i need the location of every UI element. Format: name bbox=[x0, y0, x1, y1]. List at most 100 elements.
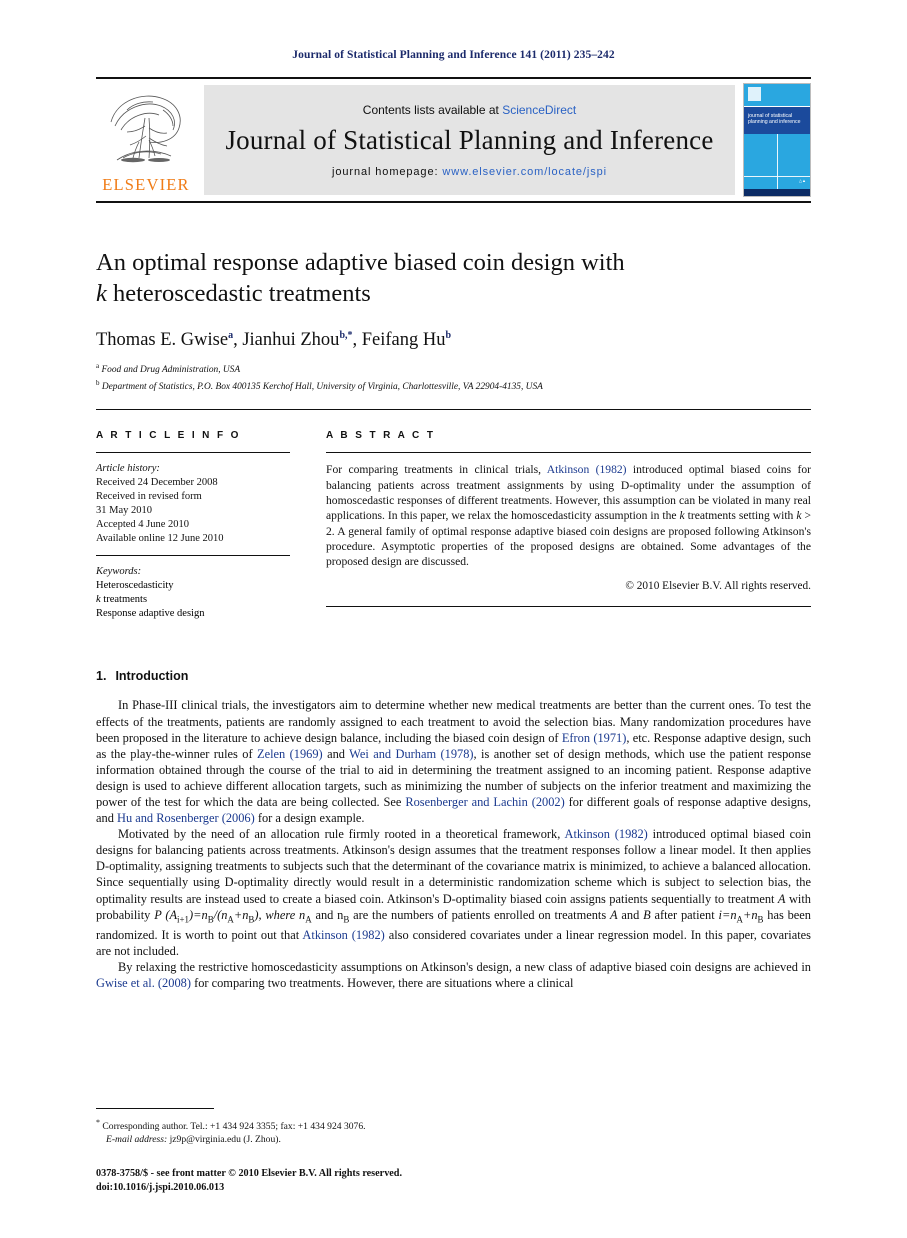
section-1-number: 1. bbox=[96, 669, 107, 684]
paper-page: Journal of Statistical Planning and Infe… bbox=[0, 0, 907, 1238]
masthead-center-panel: Contents lists available at ScienceDirec… bbox=[204, 85, 735, 195]
affiliation-text-1: Department of Statistics, P.O. Box 40013… bbox=[101, 381, 543, 392]
p2-seg-f: and bbox=[617, 907, 644, 922]
abstract-divider-top bbox=[326, 452, 811, 454]
abstract-copyright: © 2010 Elsevier B.V. All rights reserved… bbox=[625, 580, 811, 593]
cover-publisher-mark-icon bbox=[748, 87, 761, 101]
abstract-text: For comparing treatments in clinical tri… bbox=[326, 462, 811, 569]
issn-copyright-line: 0378-3758/$ - see front matter © 2010 El… bbox=[96, 1168, 403, 1179]
title-line-2-rest: heteroscedastic treatments bbox=[106, 280, 371, 307]
affiliation-marker-1: b bbox=[96, 378, 100, 387]
author-marker-1: b,* bbox=[339, 330, 353, 341]
section-1-title: Introduction bbox=[115, 669, 189, 684]
cover-corner-logo-icon: △▲ bbox=[798, 177, 806, 183]
cover-footer-bar bbox=[744, 189, 810, 196]
p3-seg-b: for comparing two treatments. However, t… bbox=[190, 976, 574, 991]
article-history-1: Received in revised form bbox=[96, 491, 202, 503]
affiliation-0: a Food and Drug Administration, USA bbox=[96, 360, 811, 377]
citation-zelen-1969[interactable]: Zelen (1969) bbox=[257, 747, 323, 761]
keyword-2: Response adaptive design bbox=[96, 608, 205, 620]
journal-homepage-line: journal homepage: www.elsevier.com/locat… bbox=[332, 166, 607, 178]
p2-formula-sub-1: i+1 bbox=[177, 914, 189, 925]
author-name-1[interactable]: Jianhui Zhou bbox=[242, 330, 339, 350]
author-list: Thomas E. Gwisea, Jianhui Zhoub,*, Feifa… bbox=[96, 330, 452, 351]
p2-symbol-A2: A bbox=[609, 907, 618, 922]
article-info-divider-top bbox=[96, 452, 290, 454]
section-1-paragraph-2: Motivated by the need of an allocation r… bbox=[96, 826, 811, 959]
elsevier-tree-icon bbox=[110, 95, 181, 163]
affiliation-text-0: Food and Drug Administration, USA bbox=[101, 365, 241, 376]
p3-seg-a: By relaxing the restrictive homoscedasti… bbox=[118, 960, 811, 975]
abstract-column: A B S T R A C T For comparing treatments… bbox=[314, 430, 811, 621]
author-name-0[interactable]: Thomas E. Gwise bbox=[96, 330, 228, 350]
title-divider bbox=[96, 409, 811, 411]
abstract-citation-atkinson[interactable]: Atkinson (1982) bbox=[547, 463, 627, 476]
affiliation-list: a Food and Drug Administration, USA b De… bbox=[96, 360, 811, 393]
contents-prefix: Contents lists available at bbox=[362, 102, 503, 117]
article-history-4: Available online 12 June 2010 bbox=[96, 533, 224, 545]
affiliation-marker-0: a bbox=[96, 362, 100, 371]
keywords-label: Keywords: bbox=[96, 566, 142, 578]
contents-available-line: Contents lists available at ScienceDirec… bbox=[363, 103, 576, 117]
journal-cover-thumbnail: journal of statistical planning and infe… bbox=[743, 83, 811, 197]
journal-title: Journal of Statistical Planning and Infe… bbox=[225, 124, 714, 155]
sciencedirect-link[interactable]: ScienceDirect bbox=[502, 103, 576, 117]
author-name-2[interactable]: Feifang Hu bbox=[362, 330, 446, 350]
p2-seg-h2: +n bbox=[742, 907, 758, 922]
footnote-divider bbox=[96, 1107, 214, 1109]
corresponding-author-marker: * bbox=[96, 1117, 100, 1127]
author-marker-2: b bbox=[445, 330, 452, 341]
p2-formula-part-5: ), where n bbox=[254, 907, 306, 922]
section-1-paragraph-3: By relaxing the restrictive homoscedasti… bbox=[96, 959, 811, 991]
issn-block: 0378-3758/$ - see front matter © 2010 El… bbox=[96, 1167, 811, 1194]
cover-body: △▲ bbox=[744, 133, 810, 189]
title-line-2-italic: k bbox=[96, 280, 107, 307]
section-1-paragraph-1: In Phase-III clinical trials, the invest… bbox=[96, 697, 811, 826]
p1-seg-f: for a design example. bbox=[254, 811, 365, 826]
citation-hu-rosenberger-2006[interactable]: Hu and Rosenberger (2006) bbox=[117, 811, 255, 825]
email-value[interactable]: jz9p@virginia.edu (J. Zhou). bbox=[167, 1134, 281, 1145]
citation-rosenberger-lachin-2002[interactable]: Rosenberger and Lachin (2002) bbox=[405, 795, 564, 809]
p2-formula-part-1: P (A bbox=[154, 907, 178, 922]
email-label: E-mail address: bbox=[106, 1134, 168, 1145]
abstract-heading: A B S T R A C T bbox=[326, 430, 436, 442]
doi-line[interactable]: doi:10.1016/j.jspi.2010.06.013 bbox=[96, 1181, 811, 1195]
homepage-link[interactable]: www.elsevier.com/locate/jspi bbox=[442, 166, 607, 178]
article-info-divider-mid bbox=[96, 555, 290, 557]
p2-seg-h: =n bbox=[721, 907, 737, 922]
cover-topbar bbox=[744, 84, 810, 107]
p2-symbol-A1: A bbox=[777, 891, 786, 906]
p2-formula-part-4: +n bbox=[233, 907, 249, 922]
title-line-1: An optimal response adaptive biased coin… bbox=[96, 249, 625, 276]
p2-symbol-B2: B bbox=[643, 907, 651, 922]
citation-wei-durham-1978[interactable]: Wei and Durham (1978) bbox=[349, 747, 473, 761]
citation-efron-1971[interactable]: Efron (1971) bbox=[562, 731, 627, 745]
p2-seg-g: after patient bbox=[650, 907, 719, 922]
cover-title-band: journal of statistical planning and infe… bbox=[744, 107, 810, 134]
keyword-0: Heteroscedasticity bbox=[96, 580, 174, 592]
p2-seg-e: are the numbers of patients enrolled on … bbox=[349, 907, 610, 922]
running-head: Journal of Statistical Planning and Infe… bbox=[292, 49, 615, 61]
citation-gwise-2008[interactable]: Gwise et al. (2008) bbox=[96, 976, 191, 990]
section-1-heading: 1. Introduction bbox=[96, 669, 811, 683]
p1-seg-c: and bbox=[322, 746, 350, 761]
article-history-3: Accepted 4 June 2010 bbox=[96, 519, 190, 531]
keywords-block: Keywords: Heteroscedasticity k treatment… bbox=[96, 565, 290, 621]
corresponding-author-text: Corresponding author. Tel.: +1 434 924 3… bbox=[102, 1121, 366, 1132]
homepage-prefix: journal homepage: bbox=[332, 165, 443, 178]
abstract-seg-c: treatments setting with bbox=[684, 509, 797, 523]
article-info-column: A R T I C L E I N F O Article history: R… bbox=[96, 430, 314, 621]
article-info-heading: A R T I C L E I N F O bbox=[96, 430, 241, 442]
elsevier-wordmark: ELSEVIER bbox=[102, 175, 190, 194]
citation-atkinson-1982-body[interactable]: Atkinson (1982) bbox=[565, 827, 648, 841]
citation-atkinson-1982-second[interactable]: Atkinson (1982) bbox=[302, 928, 384, 942]
elsevier-logo: ELSEVIER bbox=[96, 79, 196, 201]
article-history-0: Received 24 December 2008 bbox=[96, 477, 218, 489]
email-note: E-mail address: jz9p@virginia.edu (J. Zh… bbox=[96, 1133, 811, 1146]
corresponding-author-note: * Corresponding author. Tel.: +1 434 924… bbox=[96, 1116, 811, 1133]
abstract-divider-bottom bbox=[326, 606, 811, 608]
cover-horizontal-rule bbox=[744, 175, 810, 177]
keyword-1-rest: treatments bbox=[100, 594, 148, 606]
info-abstract-row: A R T I C L E I N F O Article history: R… bbox=[96, 430, 811, 621]
author-marker-0: a bbox=[228, 330, 234, 341]
